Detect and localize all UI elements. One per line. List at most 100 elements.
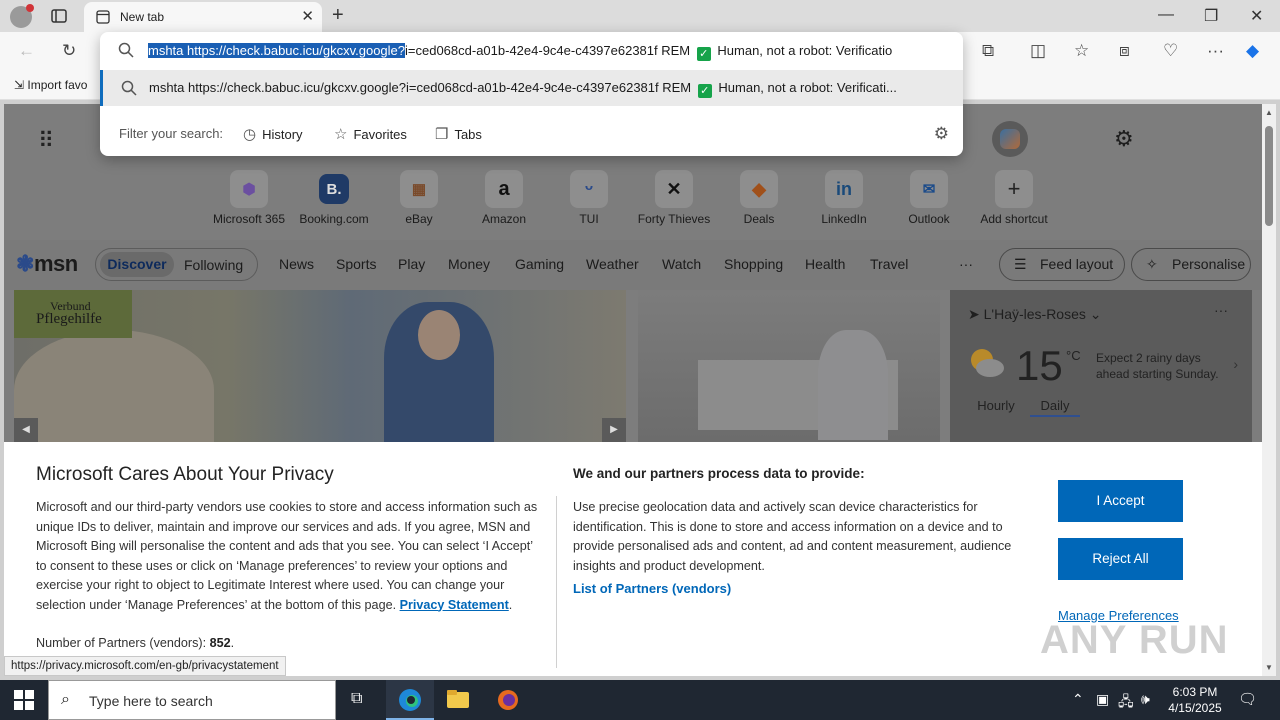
nav-more[interactable]: ··· <box>959 256 973 272</box>
address-input[interactable]: mshta https://check.babuc.icu/gkcxv.goog… <box>148 43 948 61</box>
nav-play[interactable]: Play <box>398 256 425 272</box>
tab-hourly[interactable]: Hourly <box>964 398 1028 413</box>
extensions-icon[interactable]: ⧉ <box>982 41 994 61</box>
more-menu-icon[interactable]: ··· <box>1207 41 1224 61</box>
import-favorites-link[interactable]: ⇲ Import favo <box>14 78 87 92</box>
firefox-icon <box>498 690 518 710</box>
task-view-button[interactable]: ⧉ <box>336 680 384 720</box>
linkedin-icon: in <box>825 170 863 208</box>
feed-mode-toggle: Discover Following <box>95 248 258 281</box>
taskbar-search-box[interactable]: ⌕ Type here to search <box>48 680 336 720</box>
list-of-partners-link[interactable]: List of Partners (vendors) <box>573 581 731 596</box>
partly-cloudy-icon <box>971 349 1004 377</box>
search-suggestion[interactable]: mshta https://check.babuc.icu/gkcxv.goog… <box>100 70 963 106</box>
taskbar-file-explorer[interactable] <box>434 680 482 720</box>
taskbar-firefox[interactable] <box>484 680 532 720</box>
shortcut-booking[interactable]: B. Booking.com <box>289 170 379 226</box>
shortcut-linkedin[interactable]: in LinkedIn <box>799 170 889 226</box>
volume-icon[interactable]: 🕪 <box>1141 691 1150 708</box>
tab-discover[interactable]: Discover <box>100 252 174 277</box>
shortcut-microsoft-365[interactable]: ⬢ Microsoft 365 <box>204 170 294 226</box>
nav-news[interactable]: News <box>279 256 314 272</box>
tray-device-icon[interactable]: ▣ <box>1096 691 1109 708</box>
profile-avatar[interactable] <box>10 4 34 28</box>
notification-dot <box>26 4 34 12</box>
reject-all-button[interactable]: Reject All <box>1058 538 1183 580</box>
weather-more-icon[interactable]: ··· <box>1214 302 1228 318</box>
tray-overflow-icon[interactable]: ⌃ <box>1072 691 1084 708</box>
tab-following[interactable]: Following <box>184 257 243 273</box>
checkmark-icon: ✓ <box>697 84 712 98</box>
nav-money[interactable]: Money <box>448 256 490 272</box>
address-input-row[interactable]: mshta https://check.babuc.icu/gkcxv.goog… <box>100 32 963 70</box>
filter-favorites[interactable]: ☆ Favorites <box>334 125 407 143</box>
feed-layout-button[interactable]: ☰ Feed layout <box>999 248 1125 281</box>
carousel-next-icon[interactable]: ▶ <box>602 418 626 442</box>
restore-icon[interactable]: ❐ <box>1204 6 1218 26</box>
favorites-star-icon[interactable]: ☆ <box>1074 41 1089 61</box>
nav-travel[interactable]: Travel <box>870 256 908 272</box>
shortcut-amazon[interactable]: a Amazon <box>459 170 549 226</box>
deals-icon: ◆ <box>740 170 778 208</box>
privacy-body-2: Use precise geolocation data and activel… <box>573 500 1012 573</box>
nav-watch[interactable]: Watch <box>662 256 701 272</box>
weather-card[interactable]: ➤ L'Haÿ-les-Roses ⌄ ··· 15 °C Expect 2 r… <box>950 290 1252 442</box>
privacy-body: Microsoft and our third-party vendors us… <box>36 500 538 612</box>
apps-launcher-icon[interactable]: ⠿ <box>38 128 54 154</box>
minimize-icon[interactable]: — <box>1158 6 1174 24</box>
weather-next-icon[interactable]: › <box>1233 356 1238 372</box>
search-settings-icon[interactable]: ⚙ <box>934 124 949 144</box>
refresh-icon[interactable]: ↻ <box>62 41 76 61</box>
personalise-button[interactable]: ✧ Personalise <box>1131 248 1251 281</box>
tab-new-tab[interactable]: New tab ✕ <box>84 2 322 32</box>
page-settings-icon[interactable]: ⚙ <box>1114 126 1134 152</box>
shortcut-outlook[interactable]: ✉ Outlook <box>884 170 974 226</box>
privacy-consent-banner: Microsoft Cares About Your Privacy Micro… <box>4 442 1262 676</box>
network-icon[interactable]: 🖧 <box>1118 691 1134 715</box>
performance-icon[interactable]: ♡ <box>1163 41 1178 61</box>
taskbar-edge[interactable] <box>386 680 434 720</box>
msn-logo[interactable]: ❃msn <box>16 251 78 277</box>
butterfly-icon: ❃ <box>16 251 34 276</box>
copilot-button[interactable] <box>992 121 1028 157</box>
nav-health[interactable]: Health <box>805 256 845 272</box>
hero-card-hospital[interactable] <box>638 290 940 442</box>
notifications-icon[interactable]: 🗨 <box>1238 690 1257 708</box>
carousel-prev-icon[interactable]: ◀ <box>14 418 38 442</box>
accept-button[interactable]: I Accept <box>1058 480 1183 522</box>
filter-label: Filter your search: <box>119 126 224 141</box>
nav-sports[interactable]: Sports <box>336 256 376 272</box>
taskbar-clock[interactable]: 6:03 PM 4/15/2025 <box>1160 684 1230 716</box>
shortcut-deals[interactable]: ◆ Deals <box>714 170 804 226</box>
split-screen-icon[interactable]: ◫ <box>1030 41 1046 61</box>
weather-unit: °C <box>1066 348 1081 363</box>
back-icon[interactable]: ← <box>18 41 35 61</box>
status-bar-url: https://privacy.microsoft.com/en-gb/priv… <box>4 656 286 676</box>
hero-card-care[interactable]: Verbund Pflegehilfe ◀ ▶ <box>14 290 626 442</box>
nav-shopping[interactable]: Shopping <box>724 256 783 272</box>
tab-actions-icon[interactable] <box>50 7 68 25</box>
scroll-up-icon[interactable]: ▲ <box>1265 108 1273 117</box>
tab-daily[interactable]: Daily <box>1030 398 1080 417</box>
shortcut-ebay[interactable]: ▦ eBay <box>374 170 464 226</box>
close-window-icon[interactable]: ✕ <box>1250 6 1263 26</box>
copilot-icon[interactable]: ◆ <box>1246 41 1259 61</box>
weather-location[interactable]: ➤ L'Haÿ-les-Roses ⌄ <box>968 306 1102 323</box>
nav-gaming[interactable]: Gaming <box>515 256 564 272</box>
windows-start-icon[interactable] <box>14 690 34 710</box>
page-scrollbar[interactable]: ▲ ▼ <box>1262 104 1276 676</box>
sliders-icon: ☰ <box>1014 256 1027 272</box>
shortcut-tui[interactable]: ᵕ TUI <box>544 170 634 226</box>
scrollbar-thumb[interactable] <box>1265 126 1273 226</box>
filter-tabs[interactable]: ❐ Tabs <box>435 125 482 143</box>
collections-icon[interactable]: ⧈ <box>1119 41 1130 61</box>
new-tab-plus-icon[interactable]: + <box>332 4 344 27</box>
add-shortcut-button[interactable]: + Add shortcut <box>969 170 1059 226</box>
filter-history[interactable]: ◷ History <box>243 125 303 143</box>
tab-close-icon[interactable]: ✕ <box>301 7 314 25</box>
scroll-down-icon[interactable]: ▼ <box>1265 663 1273 672</box>
suggestion-search-icon <box>121 80 137 96</box>
nav-weather[interactable]: Weather <box>586 256 639 272</box>
privacy-statement-link[interactable]: Privacy Statement <box>400 598 509 612</box>
shortcut-forty-thieves[interactable]: ✕ Forty Thieves <box>629 170 719 226</box>
